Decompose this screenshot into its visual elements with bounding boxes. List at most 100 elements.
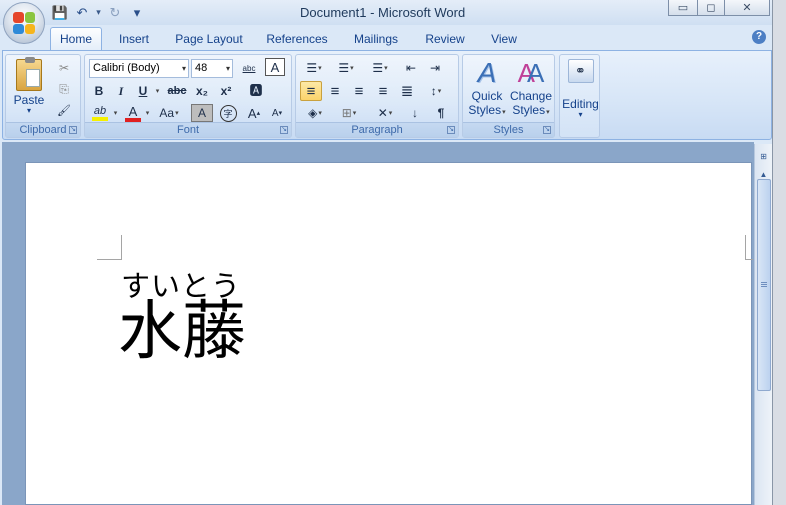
distributed-icon: ≣ — [400, 83, 414, 100]
tab-page-layout[interactable]: Page Layout — [172, 28, 246, 50]
redo-button[interactable]: ↻ — [105, 4, 125, 22]
quick-access-toolbar: 💾 ↶ ▾ ↻ ▾ — [50, 3, 147, 22]
chevron-down-icon: ▾ — [181, 64, 186, 73]
phonetic-guide-button[interactable]: abc — [237, 58, 261, 78]
copy-button[interactable]: ⎘ — [54, 79, 74, 99]
change-case-button[interactable]: Aa ▾ — [157, 103, 181, 123]
vertical-scrollbar[interactable]: ⊞ ▲ — [754, 144, 772, 505]
redo-icon: ↻ — [109, 4, 121, 20]
close-button[interactable]: ✕ — [724, 0, 770, 16]
decrease-indent-button[interactable]: ⇤ — [400, 58, 422, 78]
paragraph-group-label: Paragraph — [296, 122, 458, 137]
styles-launcher-icon[interactable]: ↘ — [543, 126, 551, 134]
font-color-dropdown[interactable]: ▾ — [143, 103, 151, 123]
change-styles-button[interactable]: AA Change Styles▾ — [509, 57, 553, 121]
highlight-dropdown[interactable]: ▾ — [111, 103, 119, 123]
asian-layout-button[interactable]: ✕ ▾ — [370, 103, 400, 123]
editing-button[interactable]: ⚭ Editing ▾ — [560, 57, 601, 123]
tab-mailings[interactable]: Mailings — [348, 28, 404, 50]
quick-styles-button[interactable]: A Quick Styles▾ — [465, 57, 509, 121]
line-spacing-button[interactable]: ↕ ▾ — [422, 81, 450, 101]
paste-icon — [16, 57, 42, 91]
justify-button[interactable]: ≡ — [372, 81, 394, 101]
chevron-down-icon: ▾ — [225, 64, 230, 73]
font-launcher-icon[interactable]: ↘ — [280, 126, 288, 134]
title-bar: 💾 ↶ ▾ ↻ ▾ Document1 - Microsoft Word ▭ ◻… — [0, 0, 786, 25]
binoculars-icon: ⚭ — [567, 59, 594, 83]
undo-button[interactable]: ↶ — [72, 4, 92, 22]
ruler-toggle-button[interactable]: ⊞ — [756, 148, 771, 164]
underline-button[interactable]: U — [133, 81, 153, 101]
multilevel-list-icon: ☰ — [372, 61, 384, 75]
multilevel-list-button[interactable]: ☰ ▾ — [366, 58, 394, 78]
clipboard-launcher-icon[interactable]: ↘ — [69, 126, 77, 134]
tab-review[interactable]: Review — [420, 28, 470, 50]
enclose-characters-icon: 字 — [219, 104, 237, 122]
cut-button[interactable]: ✂ — [54, 58, 74, 78]
font-color-button[interactable]: A — [123, 103, 143, 123]
font-name-value: Calibri (Body) — [93, 62, 160, 74]
phonetic-guide-icon: abc — [242, 63, 256, 73]
scroll-thumb[interactable] — [757, 179, 771, 391]
clear-formatting-button[interactable]: 🅰 — [245, 79, 267, 99]
customize-icon: ▾ — [133, 4, 141, 20]
paste-label: Paste — [13, 93, 45, 107]
bold-button[interactable]: B — [89, 81, 109, 101]
paragraph-launcher-icon[interactable]: ↘ — [447, 126, 455, 134]
show-hide-marks-button[interactable]: ¶ — [430, 103, 452, 123]
enclose-characters-button[interactable]: 字 — [217, 103, 239, 123]
font-name-combo[interactable]: Calibri (Body) ▾ — [89, 59, 189, 78]
help-button[interactable]: ? — [752, 30, 766, 44]
undo-icon: ↶ — [76, 4, 88, 20]
character-border-button[interactable]: A — [265, 58, 285, 76]
highlight-button[interactable]: ab — [89, 103, 111, 123]
arrow-up-icon: ▲ — [759, 169, 768, 179]
chevron-down-icon: ▾ — [155, 88, 160, 95]
increase-indent-button[interactable]: ⇥ — [424, 58, 446, 78]
subscript-button[interactable]: x₂ — [191, 81, 213, 101]
tab-insert[interactable]: Insert — [112, 28, 156, 50]
underline-dropdown[interactable]: ▾ — [153, 81, 161, 101]
office-logo-icon — [13, 12, 35, 34]
numbering-icon: ☰ — [338, 61, 350, 75]
paste-button[interactable]: Paste ▾ — [9, 57, 49, 119]
tab-view[interactable]: View — [484, 28, 524, 50]
align-left-button[interactable]: ≡ — [300, 81, 322, 101]
document-text[interactable]: 水藤 — [118, 297, 246, 367]
align-right-button[interactable]: ≡ — [348, 81, 370, 101]
character-border-icon: A — [270, 59, 280, 75]
asian-layout-icon: ✕ — [377, 106, 388, 120]
undo-dropdown[interactable]: ▾ — [94, 7, 103, 18]
format-painter-button[interactable]: 🖌 — [54, 100, 74, 120]
styles-group: A Quick Styles▾ AA Change Styles▾ Styles… — [462, 54, 555, 138]
strikethrough-button[interactable]: abc — [165, 81, 189, 101]
italic-button[interactable]: I — [111, 81, 131, 101]
shrink-font-button[interactable]: A ▾ — [267, 103, 287, 123]
font-color-swatch — [125, 117, 141, 122]
numbering-button[interactable]: ☰ ▾ — [332, 58, 360, 78]
grow-font-button[interactable]: A ▴ — [243, 103, 265, 123]
sort-button[interactable]: ↓ — [404, 103, 426, 123]
ruler-icon: ⊞ — [760, 151, 767, 161]
tab-home[interactable]: Home — [50, 27, 102, 51]
bullets-icon: ☰ — [306, 61, 318, 75]
tab-references[interactable]: References — [262, 28, 332, 50]
grow-font-icon: A — [247, 105, 257, 121]
superscript-button[interactable]: x² — [215, 81, 237, 101]
quick-styles-icon: A — [477, 57, 497, 88]
font-size-combo[interactable]: 48 ▾ — [191, 59, 233, 78]
quick-styles-label-2: Styles — [468, 103, 502, 117]
bullets-button[interactable]: ☰ ▾ — [300, 58, 328, 78]
minimize-button[interactable]: ▭ — [668, 0, 698, 16]
maximize-button[interactable]: ◻ — [697, 0, 725, 16]
center-button[interactable]: ≡ — [324, 81, 346, 101]
right-margin-corner-mark — [745, 235, 753, 260]
character-shading-button[interactable]: A — [191, 104, 213, 122]
office-button[interactable] — [3, 2, 45, 44]
distributed-button[interactable]: ≣ — [396, 81, 418, 101]
save-button[interactable]: 💾 — [50, 4, 70, 22]
borders-button[interactable]: ⊞ ▾ — [334, 103, 364, 123]
customize-qat-button[interactable]: ▾ — [127, 4, 147, 22]
shading-button[interactable]: ◈ ▾ — [300, 103, 330, 123]
editing-label: Editing — [562, 97, 599, 111]
